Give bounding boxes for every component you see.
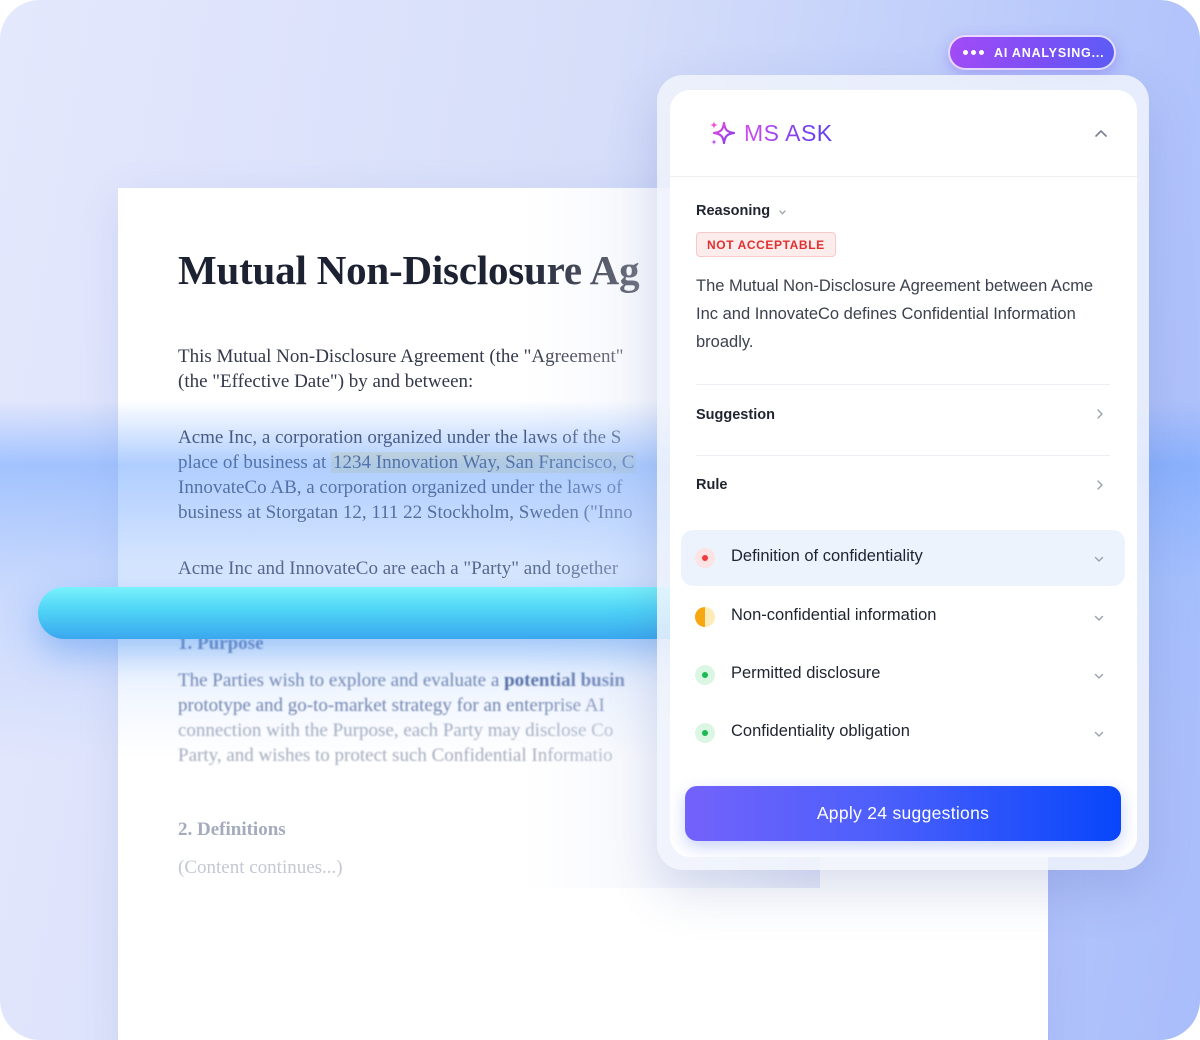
rule-item-permitted-disclosure[interactable]: Permitted disclosure	[681, 647, 1125, 703]
dots-icon	[963, 50, 984, 55]
rule-item-label: Confidentiality obligation	[731, 722, 910, 740]
chevron-down-icon[interactable]	[1093, 670, 1105, 682]
purpose-line-1-prefix: The Parties wish to explore and evaluate…	[178, 670, 505, 691]
purpose-line-3: connection with the Purpose, each Party …	[178, 720, 614, 741]
brand-name: MS ASK	[744, 120, 833, 146]
party-definition-line: Acme Inc and InnovateCo are each a "Part…	[178, 558, 619, 579]
status-pass-icon	[695, 723, 715, 743]
parties-line-2-prefix: place of business at	[178, 452, 332, 473]
rule-item-confidentiality-obligation[interactable]: Confidentiality obligation	[681, 705, 1125, 761]
divider	[696, 455, 1110, 456]
ai-analysing-pill: AI ANALYSING...	[948, 35, 1116, 70]
scan-bar	[38, 587, 698, 639]
panel-header: MS ASK	[670, 90, 1137, 177]
verdict-badge: NOT ACCEPTABLE	[696, 232, 836, 257]
rule-label[interactable]: Rule	[696, 477, 727, 493]
purpose-line-1: The Parties wish to explore and evaluate…	[178, 668, 625, 693]
reasoning-label[interactable]: Reasoning	[696, 203, 770, 219]
rule-item-label: Definition of confidentiality	[731, 547, 923, 565]
chevron-down-icon[interactable]	[1093, 728, 1105, 740]
reasoning-text: The Mutual Non-Disclosure Agreement betw…	[696, 277, 1094, 351]
sparkle-icon	[710, 121, 736, 145]
document-title: Mutual Non-Disclosure Ag	[178, 247, 640, 293]
parties-line-4: business at Storgatan 12, 111 22 Stockho…	[178, 502, 633, 523]
ai-analysing-label: AI ANALYSING...	[994, 45, 1105, 60]
rule-item-label: Non-confidential information	[731, 606, 937, 624]
apply-suggestions-button[interactable]: Apply 24 suggestions	[685, 786, 1121, 841]
chevron-right-icon[interactable]	[1094, 479, 1106, 491]
background-canvas: Mutual Non-Disclosure Ag This Mutual Non…	[0, 0, 1200, 1040]
highlighted-address[interactable]: 1234 Innovation Way, San Francisco, C	[331, 452, 637, 473]
parties-line-2: place of business at 1234 Innovation Way…	[178, 450, 637, 475]
chevron-up-icon[interactable]	[1094, 127, 1108, 141]
definitions-heading: 2. Definitions	[178, 819, 286, 840]
status-pass-icon	[695, 665, 715, 685]
rule-item-definition-of-confidentiality[interactable]: Definition of confidentiality	[681, 530, 1125, 586]
chevron-down-icon[interactable]	[778, 208, 787, 217]
status-fail-icon	[695, 548, 715, 568]
chevron-right-icon[interactable]	[1094, 408, 1106, 420]
parties-line-3: InnovateCo AB, a corporation organized u…	[178, 477, 623, 498]
purpose-line-4: Party, and wishes to protect such Confid…	[178, 745, 613, 766]
document-bottom-fade	[118, 880, 1048, 1040]
content-continues: (Content continues...)	[178, 857, 343, 878]
assistant-panel: MS ASK Reasoning NOT ACCEPTABLE The Mutu…	[670, 90, 1137, 857]
chevron-down-icon[interactable]	[1093, 553, 1105, 565]
parties-line-1: Acme Inc, a corporation organized under …	[178, 427, 622, 448]
rule-item-label: Permitted disclosure	[731, 664, 881, 682]
suggestion-label[interactable]: Suggestion	[696, 407, 775, 423]
rule-item-non-confidential-information[interactable]: Non-confidential information	[681, 589, 1125, 645]
divider	[696, 384, 1110, 385]
purpose-line-2: prototype and go-to-market strategy for …	[178, 695, 605, 716]
status-partial-icon	[695, 607, 715, 627]
intro-line-1: This Mutual Non-Disclosure Agreement (th…	[178, 346, 624, 367]
chevron-down-icon[interactable]	[1093, 612, 1105, 624]
purpose-bold-phrase: potential busin	[504, 670, 625, 691]
intro-line-2: (the "Effective Date") by and between:	[178, 371, 474, 392]
